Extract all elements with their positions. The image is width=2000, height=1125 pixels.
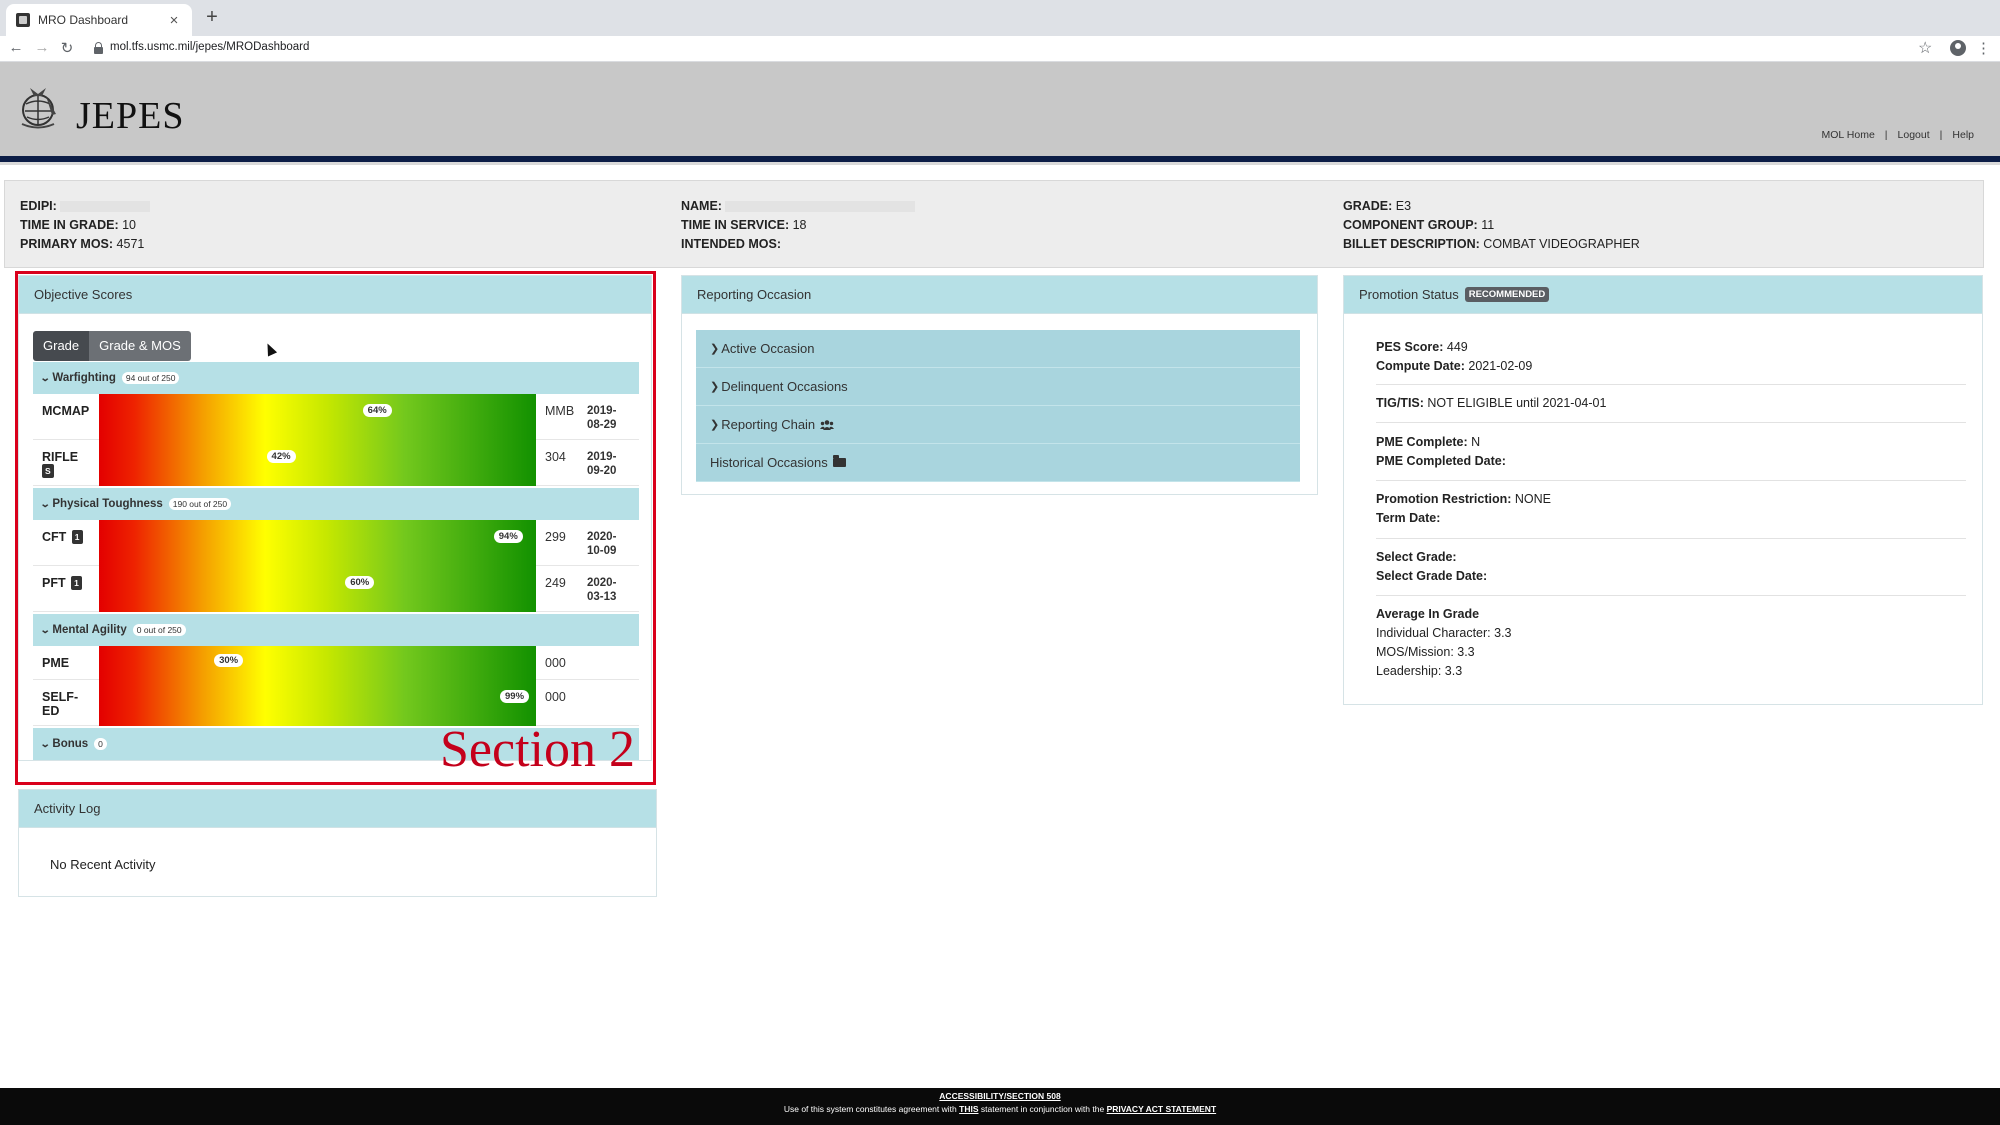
lock-icon: [94, 42, 103, 54]
info-column-3: GRADE: E3 COMPONENT GROUP: 11 BILLET DES…: [1343, 197, 1640, 254]
mol-home-link[interactable]: MOL Home: [1822, 129, 1875, 141]
browser-menu-icon[interactable]: ⋮: [1976, 39, 1991, 57]
avg-individual-character: Individual Character: 3.3: [1376, 626, 1512, 640]
grade-label: GRADE:: [1343, 199, 1393, 213]
billet-label: BILLET DESCRIPTION:: [1343, 237, 1480, 251]
header-stripe-light: [0, 162, 2000, 165]
select-grade-block: Select Grade: Select Grade Date:: [1376, 550, 1488, 583]
section-2-annotation-outline: [15, 271, 656, 785]
restriction-block: Promotion Restriction: NONE Term Date:: [1376, 492, 1552, 525]
close-tab-icon[interactable]: ×: [166, 12, 182, 29]
back-icon[interactable]: ←: [6, 39, 26, 56]
divider: [1376, 538, 1966, 539]
account-icon[interactable]: [1950, 40, 1966, 56]
divider: [1376, 384, 1966, 385]
new-tab-button[interactable]: +: [200, 6, 224, 29]
info-column-1: EDIPI: TIME IN GRADE: 10 PRIMARY MOS: 45…: [20, 197, 151, 254]
tig-tis-value: NOT ELIGIBLE until 2021-04-01: [1427, 396, 1607, 410]
occasion-list: ❯ Active Occasion ❯ Delinquent Occasions ❯…: [696, 330, 1300, 482]
footer-statement: Use of this system constitutes agreement…: [783, 1104, 1217, 1114]
component-value: 11: [1481, 218, 1495, 232]
tis-label: TIME IN SERVICE:: [681, 218, 790, 232]
chevron-right-icon: ❯: [710, 343, 720, 355]
usmc-emblem-icon: [21, 88, 56, 129]
promotion-status-title: Promotion Status: [1359, 287, 1459, 302]
address-bar: ← → ↻ mol.tfs.usmc.mil/jepes/MRODashboar…: [0, 36, 2000, 62]
tig-label: TIME IN GRADE:: [20, 218, 119, 232]
users-icon: [820, 419, 835, 430]
tig-value: 10: [122, 218, 136, 232]
grade-value: E3: [1395, 199, 1412, 213]
historical-occasions-item[interactable]: Historical Occasions: [696, 444, 1300, 482]
site-header: [0, 62, 2000, 156]
edipi-redacted: [60, 201, 151, 213]
help-link[interactable]: Help: [1952, 129, 1974, 141]
name-redacted: [725, 201, 916, 213]
link-separator: |: [1939, 129, 1943, 141]
imos-label: INTENDED MOS:: [681, 237, 781, 251]
reporting-chain-item[interactable]: ❯ Reporting Chain: [696, 406, 1300, 444]
billet-value: COMBAT VIDEOGRAPHER: [1483, 237, 1640, 251]
info-column-2: NAME: TIME IN SERVICE: 18 INTENDED MOS:: [681, 197, 916, 254]
promotion-status-panel: Promotion Status RECOMMENDED PES Score: …: [1343, 275, 1983, 705]
tig-tis-block: TIG/TIS: NOT ELIGIBLE until 2021-04-01: [1376, 396, 1607, 410]
avg-leadership: Leadership: 3.3: [1376, 664, 1463, 678]
reload-icon[interactable]: ↻: [57, 39, 77, 57]
divider: [1376, 422, 1966, 423]
status-badge: RECOMMENDED: [1464, 287, 1550, 302]
folder-open-icon: [832, 455, 846, 467]
no-activity-text: No Recent Activity: [50, 857, 156, 872]
pme-value: N: [1471, 435, 1481, 449]
average-grade-block: Average In Grade Individual Character: 3…: [1376, 605, 1966, 681]
this-link[interactable]: THIS: [959, 1104, 978, 1114]
component-label: COMPONENT GROUP:: [1343, 218, 1478, 232]
promotion-status-header: Promotion Status RECOMMENDED: [1344, 276, 1982, 314]
accessibility-link[interactable]: ACCESSIBILITY/SECTION 508: [0, 1091, 2000, 1101]
privacy-act-link[interactable]: PRIVACY ACT STATEMENT: [1107, 1104, 1217, 1114]
logout-link[interactable]: Logout: [1898, 129, 1930, 141]
site-title: JEPES: [76, 95, 185, 137]
activity-log-title: Activity Log: [19, 790, 656, 828]
pmos-label: PRIMARY MOS:: [20, 237, 114, 251]
divider: [1376, 595, 1966, 596]
edipi-label: EDIPI:: [20, 199, 57, 213]
avg-mos-mission: MOS/Mission: 3.3: [1376, 645, 1475, 659]
link-separator: |: [1884, 129, 1888, 141]
active-occasion-item[interactable]: ❯ Active Occasion: [696, 330, 1300, 368]
reporting-occasion-title: Reporting Occasion: [682, 276, 1317, 314]
chevron-right-icon: ❯: [710, 381, 720, 393]
forward-icon[interactable]: →: [32, 39, 52, 56]
browser-tabbar: MRO Dashboard × +: [0, 0, 2000, 36]
browser-tab[interactable]: MRO Dashboard ×: [6, 4, 192, 36]
favicon-icon: [16, 13, 30, 27]
compute-date: 2021-02-09: [1468, 359, 1533, 373]
tis-value: 18: [792, 218, 807, 232]
section-2-annotation-label: Section 2: [440, 721, 635, 778]
divider: [1376, 480, 1966, 481]
restriction-value: NONE: [1514, 492, 1552, 506]
pme-block: PME Complete: N PME Completed Date:: [1376, 435, 1506, 468]
page-footer: ACCESSIBILITY/SECTION 508 Use of this sy…: [0, 1088, 2000, 1125]
tab-title: MRO Dashboard: [38, 13, 129, 27]
name-label: NAME:: [681, 199, 722, 213]
url-input[interactable]: mol.tfs.usmc.mil/jepes/MRODashboard: [110, 41, 309, 53]
pmos-value: 4571: [116, 237, 145, 251]
header-links: MOL Home | Logout | Help: [1822, 129, 1975, 141]
pes-score: 449: [1446, 340, 1468, 354]
pes-block: PES Score: 449 Compute Date: 2021-02-09: [1376, 340, 1533, 373]
bookmark-star-icon[interactable]: ☆: [1918, 38, 1932, 58]
delinquent-occasions-item[interactable]: ❯ Delinquent Occasions: [696, 368, 1300, 406]
chevron-right-icon: ❯: [710, 419, 720, 431]
marine-info-bar: EDIPI: TIME IN GRADE: 10 PRIMARY MOS: 45…: [4, 180, 1984, 268]
reporting-occasion-panel: Reporting Occasion ❯ Active Occasion ❯ Del…: [681, 275, 1318, 495]
activity-log-panel: Activity Log No Recent Activity: [18, 789, 657, 897]
